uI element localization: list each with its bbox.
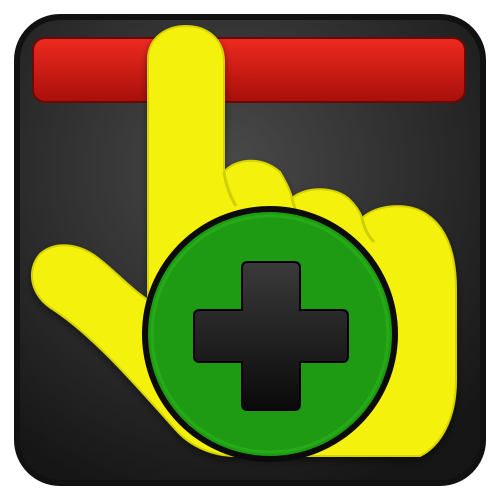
red-bar: [32, 37, 466, 103]
icon-graphic: [14, 14, 486, 486]
pointing-hand-add-icon: [0, 0, 500, 500]
